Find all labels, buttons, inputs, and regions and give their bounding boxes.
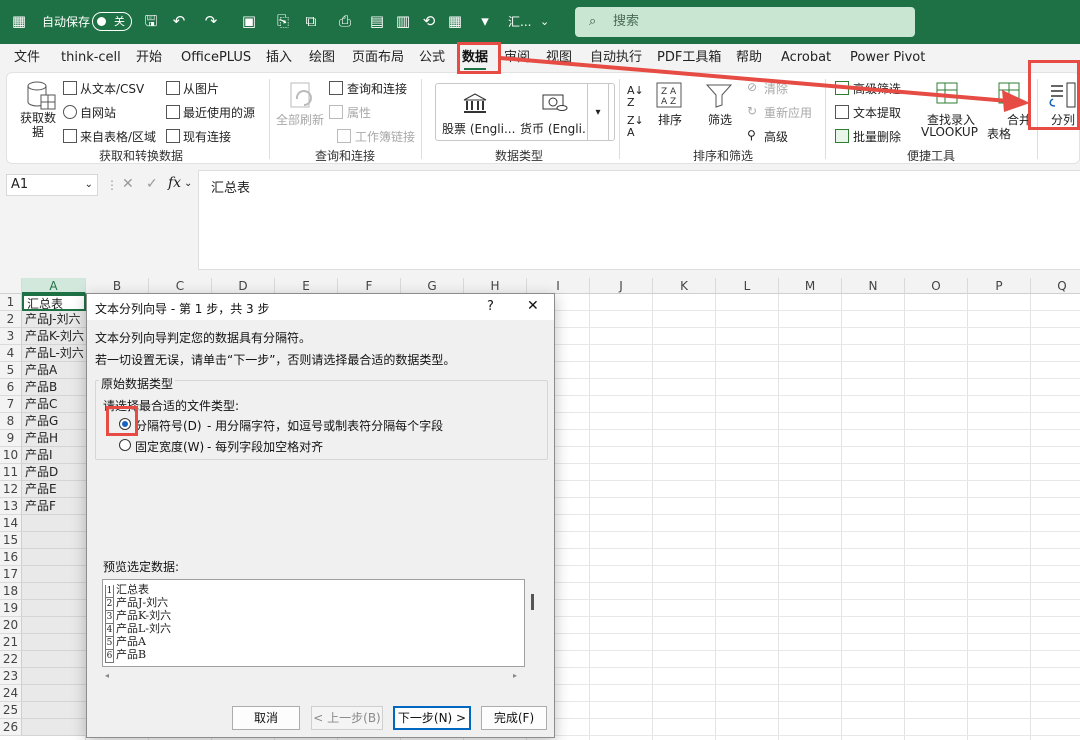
annotation-arrow <box>499 56 1030 112</box>
